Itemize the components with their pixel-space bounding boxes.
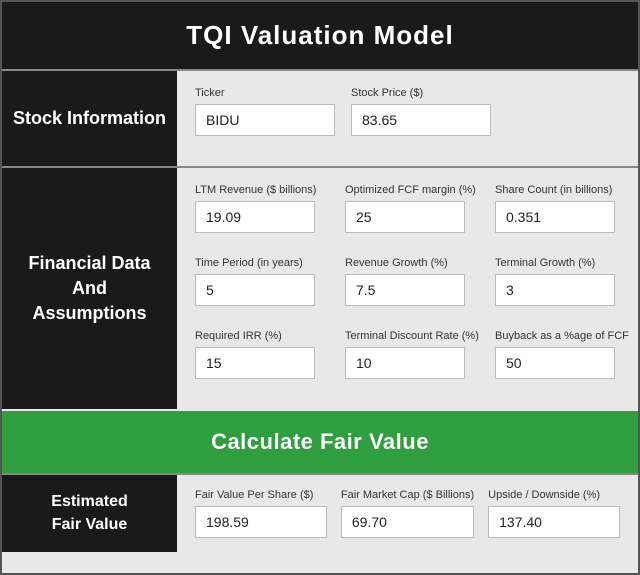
terminal-discount-group: Terminal Discount Rate (%) bbox=[345, 330, 465, 379]
stock-price-field-group: Stock Price ($) bbox=[351, 87, 491, 136]
title-text: TQI Valuation Model bbox=[186, 20, 453, 50]
revenue-growth-group: Revenue Growth (%) bbox=[345, 257, 465, 306]
upside-downside-input[interactable] bbox=[488, 506, 620, 538]
fcf-margin-label: Optimized FCF margin (%) bbox=[345, 184, 465, 196]
fair-value-label: EstimatedFair Value bbox=[2, 475, 177, 552]
revenue-growth-input[interactable] bbox=[345, 274, 465, 306]
required-irr-label: Required IRR (%) bbox=[195, 330, 315, 342]
ltm-revenue-group: LTM Revenue ($ billions) bbox=[195, 184, 315, 233]
fair-value-row: EstimatedFair Value Fair Value Per Share… bbox=[2, 473, 638, 552]
fair-market-cap-group: Fair Market Cap ($ Billions) bbox=[341, 489, 474, 538]
stock-price-label: Stock Price ($) bbox=[351, 87, 491, 99]
ltm-revenue-input[interactable] bbox=[195, 201, 315, 233]
terminal-discount-input[interactable] bbox=[345, 347, 465, 379]
required-irr-input[interactable] bbox=[195, 347, 315, 379]
share-count-input[interactable] bbox=[495, 201, 615, 233]
financial-data-label: Financial DataAndAssumptions bbox=[2, 168, 177, 409]
terminal-discount-label: Terminal Discount Rate (%) bbox=[345, 330, 465, 342]
fair-value-per-share-label: Fair Value Per Share ($) bbox=[195, 489, 327, 501]
app-title: TQI Valuation Model bbox=[2, 2, 638, 69]
upside-downside-group: Upside / Downside (%) bbox=[488, 489, 620, 538]
terminal-growth-input[interactable] bbox=[495, 274, 615, 306]
time-period-input[interactable] bbox=[195, 274, 315, 306]
upside-downside-label: Upside / Downside (%) bbox=[488, 489, 620, 501]
financial-data-row: Financial DataAndAssumptions LTM Revenue… bbox=[2, 166, 638, 409]
stock-info-label: Stock Information bbox=[2, 71, 177, 166]
financial-label-text: Financial DataAndAssumptions bbox=[28, 251, 150, 327]
ticker-field-group: Ticker bbox=[195, 87, 335, 136]
fair-value-content: Fair Value Per Share ($) Fair Market Cap… bbox=[177, 475, 638, 552]
stock-info-content: Ticker Stock Price ($) bbox=[177, 71, 638, 166]
ticker-input[interactable] bbox=[195, 104, 335, 136]
fair-market-cap-label: Fair Market Cap ($ Billions) bbox=[341, 489, 474, 501]
stock-info-row: Stock Information Ticker Stock Price ($) bbox=[2, 69, 638, 166]
time-period-group: Time Period (in years) bbox=[195, 257, 315, 306]
calculate-button[interactable]: Calculate Fair Value bbox=[2, 411, 638, 473]
terminal-growth-group: Terminal Growth (%) bbox=[495, 257, 615, 306]
fair-value-per-share-group: Fair Value Per Share ($) bbox=[195, 489, 327, 538]
calculate-btn-label: Calculate Fair Value bbox=[211, 429, 429, 454]
buyback-input[interactable] bbox=[495, 347, 615, 379]
fcf-margin-input[interactable] bbox=[345, 201, 465, 233]
terminal-growth-label: Terminal Growth (%) bbox=[495, 257, 615, 269]
fair-value-label-text: EstimatedFair Value bbox=[51, 491, 127, 536]
buyback-group: Buyback as a %age of FCF bbox=[495, 330, 615, 379]
buyback-label: Buyback as a %age of FCF bbox=[495, 330, 615, 342]
ticker-label: Ticker bbox=[195, 87, 335, 99]
stock-info-label-text: Stock Information bbox=[13, 106, 166, 131]
stock-price-input[interactable] bbox=[351, 104, 491, 136]
revenue-growth-label: Revenue Growth (%) bbox=[345, 257, 465, 269]
share-count-group: Share Count (in billions) bbox=[495, 184, 615, 233]
fair-market-cap-input[interactable] bbox=[341, 506, 474, 538]
fcf-margin-group: Optimized FCF margin (%) bbox=[345, 184, 465, 233]
financial-data-content: LTM Revenue ($ billions) Optimized FCF m… bbox=[177, 168, 640, 409]
share-count-label: Share Count (in billions) bbox=[495, 184, 615, 196]
time-period-label: Time Period (in years) bbox=[195, 257, 315, 269]
ltm-revenue-label: LTM Revenue ($ billions) bbox=[195, 184, 315, 196]
required-irr-group: Required IRR (%) bbox=[195, 330, 315, 379]
fair-value-per-share-input[interactable] bbox=[195, 506, 327, 538]
